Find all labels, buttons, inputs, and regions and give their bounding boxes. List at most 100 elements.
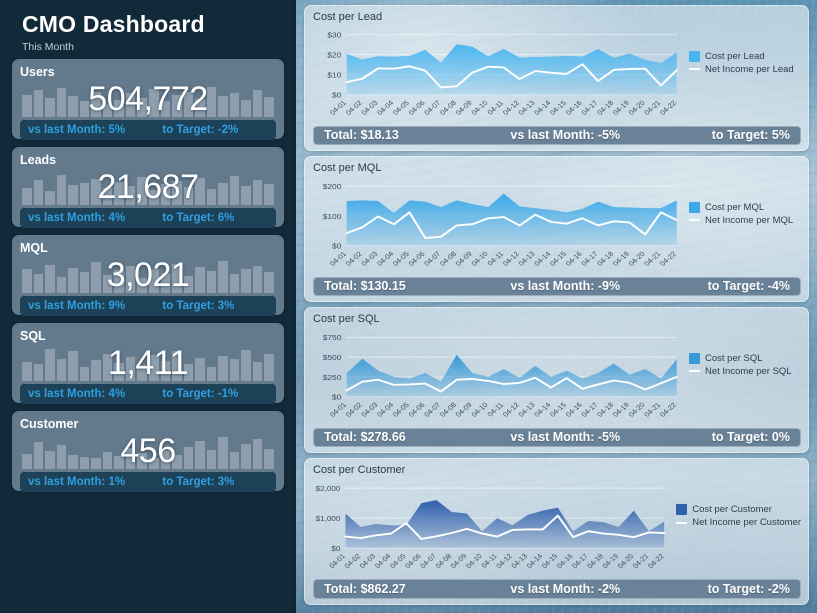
chart-panel-cost-per-sql[interactable]: Cost per SQL $0 $250 $500 $750 04-01 04-02 04… [304, 307, 809, 453]
kpi-title: Customer [20, 417, 79, 431]
svg-text:04-08: 04-08 [435, 553, 453, 570]
svg-text:04-16: 04-16 [564, 250, 584, 268]
dashboard-header: CMO Dashboard This Month [10, 0, 286, 59]
svg-text:$10: $10 [327, 71, 342, 79]
svg-text:04-01: 04-01 [329, 553, 347, 570]
svg-text:04-15: 04-15 [541, 553, 559, 570]
svg-text:04-19: 04-19 [602, 553, 620, 570]
svg-text:04-13: 04-13 [517, 250, 537, 268]
kpi-body: 504,772 [20, 81, 276, 117]
svg-text:$500: $500 [323, 353, 342, 361]
kpi-value: 456 [120, 432, 176, 470]
svg-text:04-01: 04-01 [329, 99, 349, 117]
svg-text:04-16: 04-16 [556, 553, 574, 570]
chart-total: Total: $18.13 [324, 128, 399, 143]
chart-panel-cost-per-customer[interactable]: Cost per Customer $0 $1,000 $2,000 04-01 04… [304, 458, 809, 605]
chart-vs-last-month: vs last Month: -2% [510, 582, 621, 597]
area-series [346, 193, 677, 246]
chart-legend: Cost per Lead Net Income per Lead [683, 25, 801, 123]
svg-text:04-21: 04-21 [643, 250, 663, 268]
kpi-value: 1,411 [107, 344, 189, 382]
legend-label: Net Income per Lead [705, 63, 794, 75]
svg-text:04-18: 04-18 [596, 250, 616, 268]
svg-text:$200: $200 [323, 182, 342, 190]
svg-text:04-21: 04-21 [643, 401, 663, 419]
kpi-card-sql[interactable]: SQL 1,411 vs last Month: 4% to Target: -… [12, 323, 284, 404]
svg-text:04-10: 04-10 [465, 553, 483, 570]
svg-text:04-20: 04-20 [627, 401, 647, 419]
legend-swatch-icon [689, 201, 700, 213]
chart-to-target: to Target: 5% [711, 128, 790, 143]
svg-text:04-01: 04-01 [329, 401, 349, 419]
legend-item-line: Net Income per Lead [689, 64, 801, 75]
kpi-body: 1,411 [20, 345, 276, 381]
svg-text:04-07: 04-07 [420, 553, 438, 570]
x-axis-tick-labels: 04-0104-0204-0304-0404-0504-0604-0704-08… [329, 553, 666, 570]
svg-text:$0: $0 [332, 393, 342, 401]
page-title: CMO Dashboard [22, 11, 205, 37]
kpi-to-target: to Target: -1% [162, 388, 239, 400]
x-axis-tick-labels: 04-0104-0204-0304-0404-0504-0604-0704-08… [329, 401, 679, 419]
svg-text:04-12: 04-12 [501, 401, 521, 419]
svg-text:04-05: 04-05 [391, 250, 411, 268]
svg-text:04-08: 04-08 [439, 99, 459, 117]
legend-label: Net Income per SQL [705, 365, 792, 377]
legend-item-area: Cost per Customer [676, 504, 801, 516]
svg-text:04-14: 04-14 [526, 553, 544, 570]
svg-text:04-22: 04-22 [659, 99, 679, 117]
kpi-card-customer[interactable]: Customer 456 vs last Month: 1% to Target… [12, 411, 284, 492]
chart-title: Cost per SQL [313, 313, 380, 325]
legend-label: Cost per Customer [692, 504, 772, 516]
legend-label: Cost per SQL [705, 352, 763, 364]
svg-text:04-06: 04-06 [405, 553, 423, 570]
svg-text:04-12: 04-12 [501, 99, 521, 117]
kpi-body: 3,021 [20, 257, 276, 293]
kpi-vs-last-month: vs last Month: 9% [28, 300, 126, 312]
svg-text:04-05: 04-05 [389, 553, 407, 570]
chart-legend: Cost per SQL Net Income per SQL [683, 327, 801, 425]
svg-text:04-13: 04-13 [511, 553, 529, 570]
svg-text:04-10: 04-10 [470, 99, 490, 117]
legend-label: Net Income per Customer [692, 517, 801, 529]
kpi-vs-last-month: vs last Month: 4% [28, 388, 126, 400]
svg-text:04-13: 04-13 [517, 99, 537, 117]
kpi-to-target: to Target: 3% [162, 476, 235, 488]
svg-text:$750: $750 [323, 334, 342, 342]
kpi-footer: vs last Month: 9% to Target: 3% [20, 296, 276, 316]
kpi-to-target: to Target: 6% [162, 212, 235, 224]
x-axis-tick-labels: 04-0104-0204-0304-0404-0504-0604-0704-08… [329, 250, 679, 268]
svg-text:04-06: 04-06 [407, 401, 427, 419]
page-subtitle: This Month [22, 41, 74, 53]
chart-panel-cost-per-mql[interactable]: Cost per MQL $0 $100 $200 04-01 04-02 04-03 0… [304, 156, 809, 302]
kpi-card-users[interactable]: Users 504,772 vs last Month: 5% to Targe… [12, 59, 284, 140]
kpi-value: 21,687 [97, 168, 200, 206]
chart-panel-cost-per-lead[interactable]: Cost per Lead $0 $10 $20 $30 04-01 04-02 04-0… [304, 5, 809, 151]
plot-wrapper: $0 $100 $200 04-01 04-02 04-03 04-04 04-05 04-0… [313, 176, 683, 274]
chart-vs-last-month: vs last Month: -5% [510, 128, 621, 143]
x-axis-tick-labels: 04-0104-0204-0304-0404-0504-0604-0704-08… [329, 99, 679, 117]
chart-plot: $0$10$20$30 04-0104-0204-0304-0404-0504-… [327, 31, 679, 117]
legend-swatch-icon [689, 352, 700, 364]
chart-footer: Total: $278.66 vs last Month: -5% to Tar… [313, 427, 801, 447]
svg-text:04-11: 04-11 [486, 250, 505, 267]
plot-wrapper: $0 $10 $20 $30 04-01 04-02 04-03 04-04 04-05 04-… [313, 25, 683, 123]
plot-wrapper: $0 $250 $500 $750 04-01 04-02 04-03 04-04 04-05… [313, 327, 683, 425]
chart-plot: $0 $1,000 $2,000 04-0104-0204-0304-0404-05… [316, 484, 666, 570]
kpi-card-leads[interactable]: Leads 21,687 vs last Month: 4% to Target… [12, 147, 284, 228]
svg-text:04-18: 04-18 [596, 99, 616, 117]
legend-label: Cost per MQL [705, 201, 765, 213]
svg-text:04-20: 04-20 [617, 553, 635, 570]
svg-text:04-12: 04-12 [501, 250, 521, 268]
svg-text:04-05: 04-05 [391, 401, 411, 419]
svg-text:04-01: 04-01 [329, 250, 349, 268]
svg-text:04-16: 04-16 [564, 99, 584, 117]
kpi-card-mql[interactable]: MQL 3,021 vs last Month: 9% to Target: 3… [12, 235, 284, 316]
svg-text:04-09: 04-09 [450, 553, 468, 570]
legend-line-icon [676, 521, 688, 524]
svg-text:04-02: 04-02 [344, 99, 364, 117]
kpi-body: 21,687 [20, 169, 276, 205]
svg-text:04-09: 04-09 [454, 250, 474, 268]
legend-line-icon [689, 370, 700, 373]
chart-total: Total: $278.66 [324, 430, 406, 445]
kpi-title: MQL [20, 241, 48, 255]
